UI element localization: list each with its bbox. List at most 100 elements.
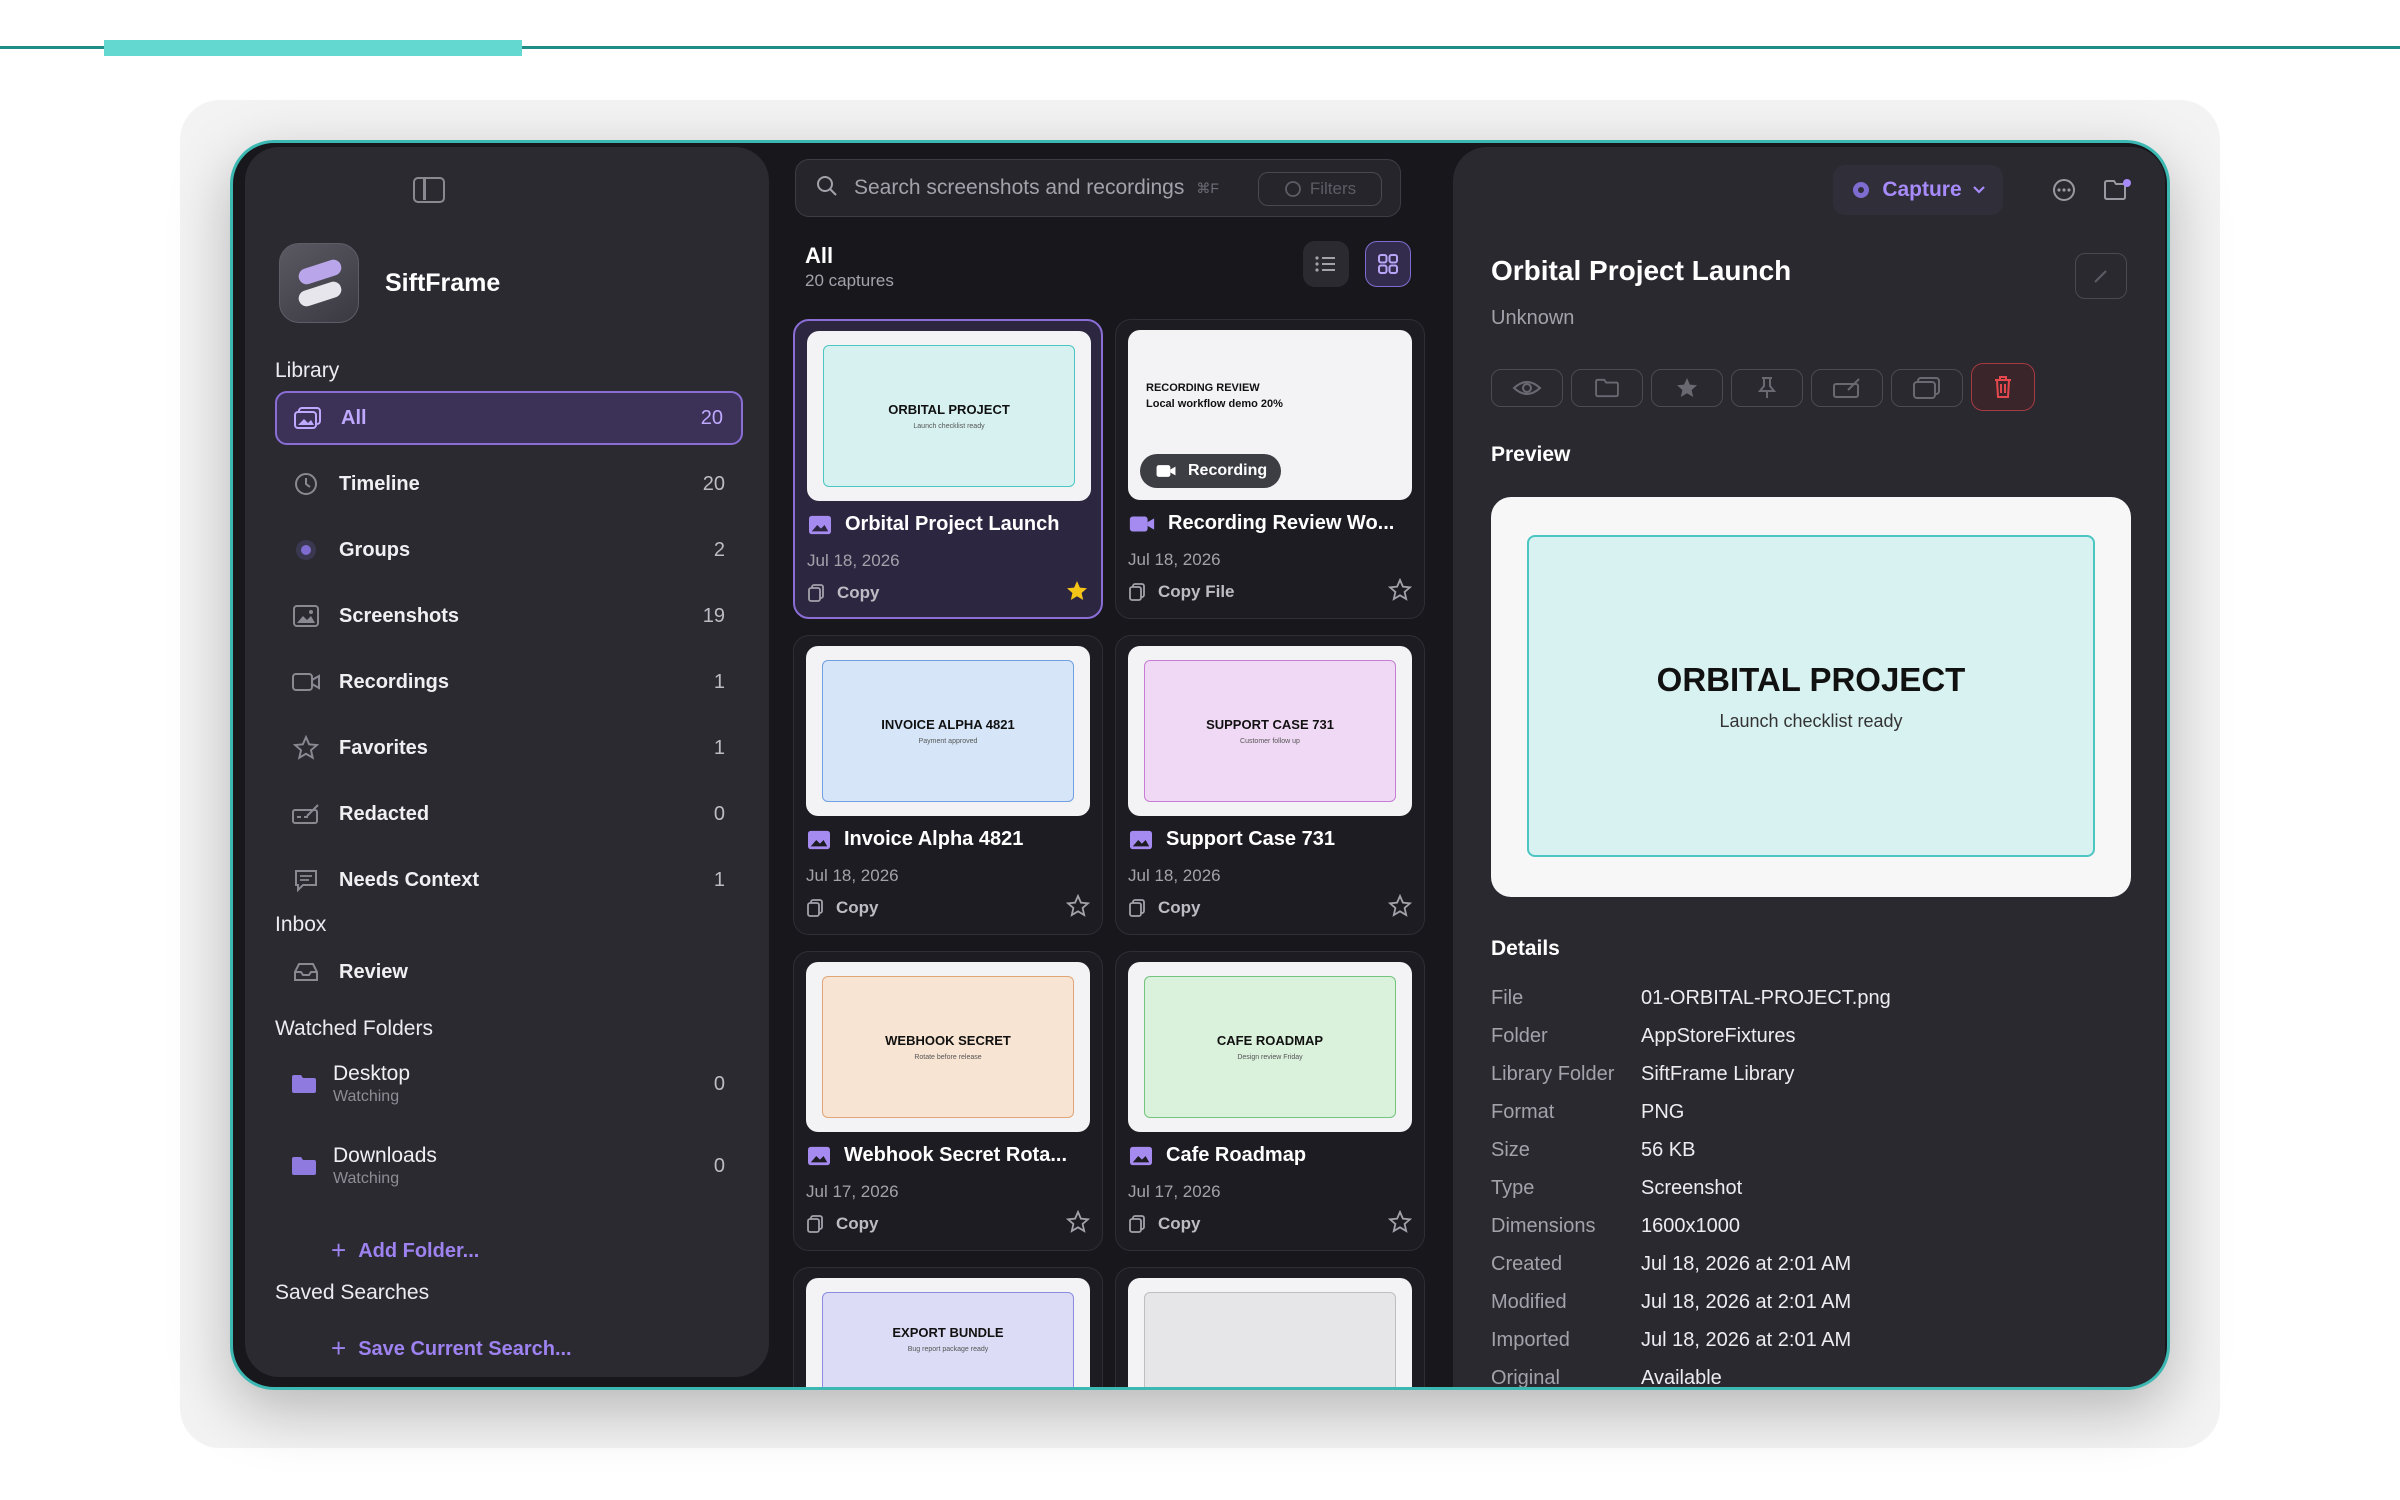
- grid-icon: [1378, 254, 1398, 274]
- tray-icon: [289, 955, 323, 989]
- open-image-button[interactable]: [1891, 369, 1963, 407]
- capture-date: Jul 18, 2026: [1128, 550, 1221, 569]
- detail-value: 56 KB: [1641, 1139, 1696, 1161]
- sidebar-item-screenshots[interactable]: Screenshots 19: [275, 589, 743, 643]
- redact-button[interactable]: [1811, 369, 1883, 407]
- detail-row-file: File 01-ORBITAL-PROJECT.png: [1491, 987, 1891, 1010]
- preview-heading: Preview: [1491, 443, 1571, 466]
- sidebar-item-count: 2: [713, 538, 725, 561]
- capture-card[interactable]: ORBITAL PROJECT Launch checklist ready Or…: [793, 319, 1103, 619]
- capture-grid-panel: Search screenshots and recordings ⌘F Fil…: [781, 143, 1431, 1387]
- detail-key: Dimensions: [1491, 1215, 1596, 1237]
- preview-image[interactable]: ORBITAL PROJECT Launch checklist ready: [1491, 497, 2131, 897]
- detail-row-size: Size 56 KB: [1491, 1139, 1695, 1162]
- capture-thumbnail: EXPORT BUNDLE Bug report package ready: [806, 1278, 1090, 1387]
- favorite-star-icon[interactable]: [1065, 893, 1091, 923]
- detail-row-dimensions: Dimensions 1600x1000: [1491, 1215, 1740, 1238]
- pin-button[interactable]: [1731, 369, 1803, 407]
- search-bar[interactable]: Search screenshots and recordings ⌘F Fil…: [795, 159, 1401, 217]
- watched-folder-downloads[interactable]: Downloads Watching 0: [275, 1133, 743, 1199]
- quick-look-button[interactable]: [1491, 369, 1563, 407]
- image-icon: [808, 1146, 830, 1165]
- sidebar-item-review[interactable]: Review: [275, 945, 743, 999]
- capture-card[interactable]: CAFE ROADMAP Design review Friday Cafe Ro…: [1115, 951, 1425, 1251]
- gallery-icon: [291, 401, 325, 435]
- delete-button[interactable]: [1971, 363, 2035, 411]
- search-shortcut: ⌘F: [1196, 179, 1219, 196]
- capture-card[interactable]: INVOICE ALPHA 4821 Payment approved Invoi…: [793, 635, 1103, 935]
- copy-button[interactable]: Copy: [806, 898, 879, 918]
- redact-icon: [289, 797, 323, 831]
- capture-card[interactable]: RECORDING REVIEW Local workflow demo 20%…: [1115, 319, 1425, 619]
- favorite-star-icon[interactable]: [1387, 893, 1413, 923]
- detail-row-modified: Modified Jul 18, 2026 at 2:01 AM: [1491, 1291, 1851, 1314]
- favorite-star-icon[interactable]: [1065, 1209, 1091, 1239]
- folder-status: Watching: [333, 1088, 400, 1105]
- capture-title-text: Webhook Secret Rota...: [844, 1144, 1068, 1166]
- image-icon: [808, 830, 830, 849]
- capture-menu-button[interactable]: Capture: [1833, 165, 2003, 215]
- copy-button[interactable]: Copy: [1128, 1214, 1201, 1234]
- circle-icon: [289, 533, 323, 567]
- folder-icon: [1595, 378, 1619, 398]
- sidebar: SiftFrame Library All 20 Timeline 20 Gro…: [245, 147, 769, 1377]
- capture-card[interactable]: SUPPORT CASE 731 Customer follow up Suppo…: [1115, 635, 1425, 935]
- edit-button[interactable]: [2075, 253, 2127, 299]
- sidebar-item-all[interactable]: All 20: [275, 391, 743, 445]
- folder-badge-icon[interactable]: [2103, 177, 2133, 208]
- detail-subtitle: Unknown: [1491, 307, 1575, 329]
- capture-card[interactable]: EXPORT BUNDLE Bug report package ready: [793, 1267, 1103, 1387]
- watched-folder-desktop[interactable]: Desktop Watching 0: [275, 1051, 743, 1117]
- capture-thumbnail: ORBITAL PROJECT Launch checklist ready: [807, 331, 1091, 501]
- list-view-button[interactable]: [1303, 241, 1349, 287]
- detail-key: Imported: [1491, 1329, 1570, 1351]
- ellipsis-icon[interactable]: [2051, 177, 2077, 208]
- grid-view-button[interactable]: [1365, 241, 1411, 287]
- detail-title: Orbital Project Launch: [1491, 255, 1792, 286]
- add-folder-button[interactable]: + Add Folder...: [331, 1233, 479, 1265]
- sidebar-toggle-icon[interactable]: [413, 177, 445, 203]
- pencil-icon: [2094, 270, 2107, 283]
- plus-icon: +: [331, 1333, 347, 1363]
- star-icon: [289, 731, 323, 765]
- favorite-star-icon[interactable]: [1065, 579, 1089, 608]
- copy-button[interactable]: Copy: [806, 1214, 879, 1234]
- favorite-star-icon[interactable]: [1387, 577, 1413, 607]
- filters-button[interactable]: Filters: [1258, 172, 1382, 206]
- video-icon: [1156, 465, 1176, 477]
- copy-file-button[interactable]: Copy File: [1128, 582, 1235, 602]
- folder-icon: [287, 1155, 321, 1177]
- sidebar-item-timeline[interactable]: Timeline 20: [275, 457, 743, 511]
- sidebar-item-label: Groups: [339, 538, 411, 561]
- sidebar-item-recordings[interactable]: Recordings 1: [275, 655, 743, 709]
- app-logo: [279, 243, 359, 323]
- capture-card[interactable]: [1115, 1267, 1425, 1387]
- chevron-down-icon: [1972, 186, 1985, 194]
- sidebar-item-needs-context[interactable]: Needs Context 1: [275, 853, 743, 907]
- sidebar-item-redacted[interactable]: Redacted 0: [275, 787, 743, 841]
- sidebar-item-label: Favorites: [339, 736, 428, 759]
- copy-button[interactable]: Copy: [807, 583, 880, 603]
- crosshair-icon: [1853, 182, 1870, 198]
- sidebar-item-groups[interactable]: Groups 2: [275, 523, 743, 577]
- reveal-in-folder-button[interactable]: [1571, 369, 1643, 407]
- detail-value: Jul 18, 2026 at 2:01 AM: [1641, 1291, 1852, 1313]
- clock-icon: [289, 467, 323, 501]
- thumbnail-subtitle: Bug report package ready: [907, 1346, 989, 1353]
- copy-button[interactable]: Copy: [1128, 898, 1201, 918]
- detail-row-type: Type Screenshot: [1491, 1177, 1742, 1200]
- favorite-star-icon[interactable]: [1387, 1209, 1413, 1239]
- capture-label: Capture: [1882, 178, 1962, 201]
- sidebar-item-favorites[interactable]: Favorites 1: [275, 721, 743, 775]
- search-input[interactable]: Search screenshots and recordings: [854, 176, 1184, 200]
- capture-thumbnail: SUPPORT CASE 731 Customer follow up: [1128, 646, 1412, 816]
- detail-row-folder: Folder AppStoreFixtures: [1491, 1025, 1796, 1048]
- save-current-search-button[interactable]: + Save Current Search...: [331, 1331, 572, 1363]
- favorite-button[interactable]: [1651, 369, 1723, 407]
- sidebar-item-count: 1: [713, 868, 725, 891]
- detail-value: Available: [1641, 1367, 1722, 1387]
- copy-icon: [808, 584, 824, 602]
- eye-icon: [1512, 381, 1542, 395]
- detail-row-imported: Imported Jul 18, 2026 at 2:01 AM: [1491, 1329, 1851, 1352]
- capture-card[interactable]: WEBHOOK SECRET Rotate before release Webh…: [793, 951, 1103, 1251]
